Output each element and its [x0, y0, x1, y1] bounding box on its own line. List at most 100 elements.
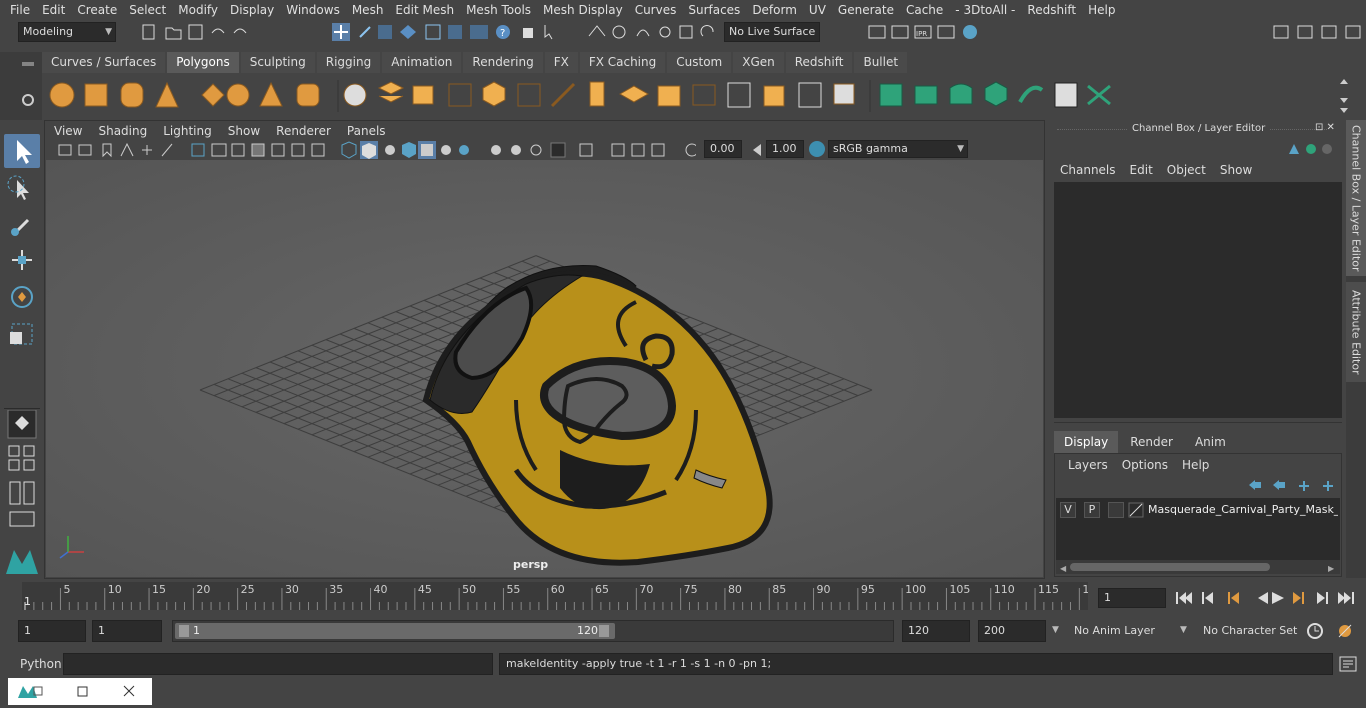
shelf-tab-redshift[interactable]: Redshift — [785, 52, 853, 73]
menu-modify[interactable]: Modify — [172, 0, 224, 20]
selection-mask-icons[interactable]: ? — [330, 22, 570, 42]
tab-attribute-editor[interactable]: Attribute Editor — [1346, 282, 1366, 382]
layer-visibility-toggle[interactable]: V — [1060, 502, 1076, 518]
viewport-toolbar-icons[interactable] — [56, 141, 696, 159]
menu-select[interactable]: Select — [123, 0, 172, 20]
anim-layer-dropdown[interactable]: No Anim Layer — [1066, 620, 1174, 642]
shelf-tab-rigging[interactable]: Rigging — [316, 52, 381, 73]
viewport-menu-renderer[interactable]: Renderer — [268, 124, 339, 138]
time-ruler[interactable]: 5 10 15 20 25 30 35 40 45 50 55 60 65 70 75 80 85 90 95 100… — [22, 582, 1096, 610]
menu-deform[interactable]: Deform — [746, 0, 803, 20]
file-icons-group[interactable] — [140, 23, 260, 41]
panel-splitter[interactable] — [1054, 422, 1342, 426]
chevron-down-icon[interactable]: ▼ — [1180, 625, 1187, 635]
layer-menu-options[interactable]: Options — [1115, 458, 1175, 472]
minimized-window[interactable] — [8, 678, 152, 705]
menu-redshift[interactable]: Redshift — [1021, 0, 1082, 20]
viewport-menu-shading[interactable]: Shading — [90, 124, 155, 138]
color-space-dropdown[interactable]: sRGB gamma ▼ — [828, 140, 968, 158]
current-frame-field[interactable]: 1 — [1098, 588, 1166, 608]
shelf-tab-custom[interactable]: Custom — [667, 52, 732, 73]
mode-selector[interactable]: Modeling ▼ — [18, 22, 116, 42]
layer-menu-help[interactable]: Help — [1175, 458, 1216, 472]
channel-menu-channels[interactable]: Channels — [1053, 163, 1123, 177]
script-language-label[interactable]: Python — [20, 657, 62, 671]
transform-tools[interactable] — [4, 172, 40, 402]
layer-menu-layers[interactable]: Layers — [1061, 458, 1115, 472]
viewport-menu-show[interactable]: Show — [220, 124, 268, 138]
window-controls[interactable] — [8, 678, 152, 705]
range-slider-handle[interactable]: 1 120 — [175, 623, 615, 639]
tab-channel-box[interactable]: Channel Box / Layer Editor — [1346, 120, 1366, 276]
channel-box-view-icons[interactable] — [1285, 140, 1335, 158]
chevron-down-icon[interactable]: ▼ — [1052, 625, 1059, 635]
channel-menu-object[interactable]: Object — [1160, 163, 1213, 177]
menu-create[interactable]: Create — [71, 0, 123, 20]
command-input[interactable] — [63, 653, 493, 675]
layer-display-type-toggle[interactable] — [1108, 502, 1124, 518]
menu-generate[interactable]: Generate — [832, 0, 900, 20]
playback-controls[interactable] — [1172, 588, 1362, 608]
exposure-field[interactable]: 0.00 — [704, 140, 742, 158]
scroll-thumb[interactable] — [1070, 563, 1270, 571]
gamma-field[interactable]: 1.00 — [766, 140, 804, 158]
menu-mesh[interactable]: Mesh — [346, 0, 390, 20]
shelf-options[interactable] — [0, 52, 42, 120]
layer-color-swatch-icon[interactable] — [1128, 502, 1144, 518]
shelf-tab-fx-caching[interactable]: FX Caching — [579, 52, 666, 73]
select-tool-button[interactable] — [4, 134, 40, 168]
layer-name[interactable]: Masquerade_Carnival_Party_Mask_001 — [1148, 501, 1338, 519]
prefs-icons[interactable] — [1305, 621, 1361, 641]
channel-menu-edit[interactable]: Edit — [1123, 163, 1160, 177]
shelf-tab-animation[interactable]: Animation — [382, 52, 462, 73]
menu-edit-mesh[interactable]: Edit Mesh — [389, 0, 460, 20]
render-icons[interactable]: IPR — [866, 22, 986, 42]
shelf-tab-polygons[interactable]: Polygons — [167, 52, 239, 73]
range-handle-left[interactable] — [179, 625, 189, 637]
menu-uv[interactable]: UV — [803, 0, 832, 20]
layer-tab-anim[interactable]: Anim — [1184, 431, 1236, 453]
menu-help[interactable]: Help — [1082, 0, 1121, 20]
shelf-tab-bullet[interactable]: Bullet — [854, 52, 908, 73]
color-management-icon[interactable] — [808, 140, 826, 158]
menu-display[interactable]: Display — [224, 0, 280, 20]
shelf-tab-curves-surfaces[interactable]: Curves / Surfaces — [42, 52, 166, 73]
layer-scrollbar[interactable]: ◀ ▶ — [1056, 560, 1340, 574]
menu-cache[interactable]: Cache — [900, 0, 949, 20]
scene-canvas[interactable] — [46, 160, 1043, 577]
range-slider-track[interactable]: 1 120 — [172, 620, 894, 642]
viewport-menu-view[interactable]: View — [46, 124, 90, 138]
live-surface-field[interactable]: No Live Surface — [724, 22, 820, 42]
anim-start-field[interactable]: 1 — [92, 620, 162, 642]
menu-file[interactable]: File — [0, 0, 36, 20]
scroll-left-icon[interactable]: ◀ — [1060, 564, 1066, 573]
shelf-tab-sculpting[interactable]: Sculpting — [240, 52, 315, 73]
shelf-tab-fx[interactable]: FX — [544, 52, 578, 73]
script-editor-icon[interactable] — [1338, 655, 1358, 673]
workspace-icons[interactable] — [1270, 22, 1366, 42]
end-time-field[interactable]: 120 — [902, 620, 970, 642]
close-panel-icon[interactable]: ⊡ ✕ — [1315, 122, 1335, 133]
menu-curves[interactable]: Curves — [629, 0, 683, 20]
menu-surfaces[interactable]: Surfaces — [682, 0, 746, 20]
menu-edit[interactable]: Edit — [36, 0, 71, 20]
scroll-right-icon[interactable]: ▶ — [1328, 564, 1334, 573]
3d-viewport[interactable]: persp — [46, 160, 1043, 577]
polygon-tools-icons[interactable] — [42, 74, 1342, 118]
viewport-menu-lighting[interactable]: Lighting — [155, 124, 220, 138]
snap-icons[interactable] — [585, 22, 720, 42]
character-set-dropdown[interactable]: No Character Set — [1196, 620, 1298, 642]
start-time-field[interactable]: 1 — [18, 620, 86, 642]
shelf-tab-xgen[interactable]: XGen — [733, 52, 784, 73]
layer-action-icons[interactable] — [1245, 476, 1341, 494]
layer-tab-display[interactable]: Display — [1054, 431, 1119, 453]
viewport-menu-panels[interactable]: Panels — [339, 124, 394, 138]
anim-end-field[interactable]: 200 — [978, 620, 1046, 642]
layer-tab-render[interactable]: Render — [1120, 431, 1183, 453]
menu-mesh-tools[interactable]: Mesh Tools — [460, 0, 537, 20]
channel-menu-show[interactable]: Show — [1213, 163, 1259, 177]
menu-windows[interactable]: Windows — [280, 0, 346, 20]
channel-list[interactable] — [1054, 182, 1342, 418]
shelf-scroll-arrows[interactable] — [1338, 74, 1350, 118]
range-handle-right[interactable] — [599, 625, 609, 637]
